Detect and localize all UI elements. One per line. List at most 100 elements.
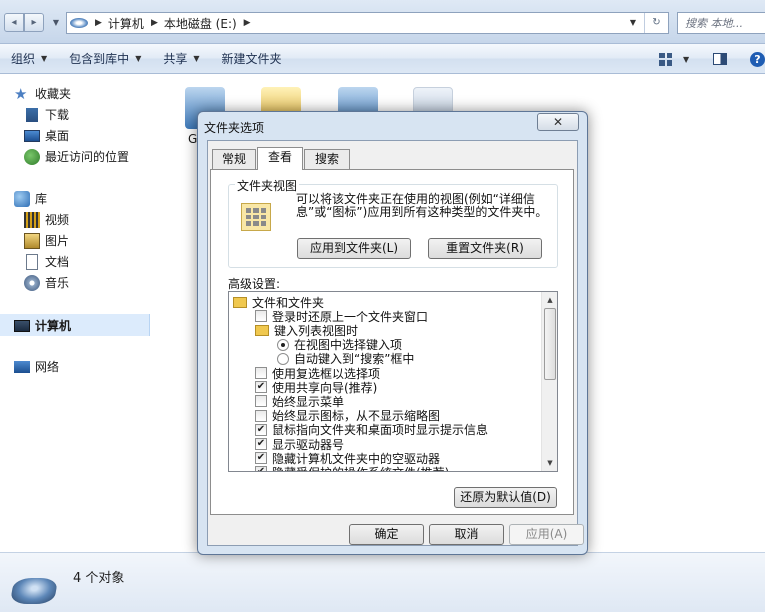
change-view-button[interactable]: ▼ — [659, 44, 689, 74]
dialog-titlebar[interactable]: 文件夹选项 ✕ — [198, 112, 587, 140]
recent-pages-button[interactable]: ▼ — [50, 13, 62, 32]
nav-music[interactable]: 音乐 — [24, 274, 69, 291]
nav-documents[interactable]: 文档 — [24, 253, 69, 270]
libraries-icon — [14, 190, 30, 207]
nav-recent-places[interactable]: 最近访问的位置 — [24, 148, 129, 165]
view-icon — [659, 52, 672, 66]
new-folder-button[interactable]: 新建文件夹 — [211, 44, 293, 74]
nav-music-label: 音乐 — [45, 276, 70, 290]
nav-network[interactable]: 网络 — [14, 358, 59, 375]
pictures-icon — [24, 232, 40, 249]
nav-computer[interactable]: 计算机 — [14, 317, 71, 334]
checkbox[interactable]: ✔ — [255, 452, 267, 465]
tab-view[interactable]: 查看 — [257, 147, 303, 170]
checkbox[interactable] — [255, 395, 267, 408]
folder-options-dialog: 文件夹选项 ✕ 常规 查看 搜索 文件夹视图 可以将该文件夹正在使用的视图(例如… — [197, 111, 588, 555]
breadcrumb-computer[interactable]: 计算机 — [108, 15, 144, 32]
folder-views-description: 可以将该文件夹正在使用的视图(例如“详细信息”或“图标”)应用到所有这种类型的文… — [296, 192, 548, 219]
tab-search[interactable]: 搜索 — [304, 149, 350, 169]
nav-desktop[interactable]: 桌面 — [24, 127, 69, 144]
chevron-down-icon: ▼ — [135, 54, 142, 63]
command-bar: 组织 ▼ 包含到库中 ▼ 共享 ▼ 新建文件夹 ▼ ? — [0, 44, 765, 74]
folder-icon — [255, 324, 269, 336]
checkbox[interactable]: ✔ — [255, 466, 267, 471]
search-input[interactable]: 搜索 本地... — [677, 12, 765, 34]
nav-downloads-label: 下载 — [45, 108, 70, 122]
breadcrumb-separator-icon[interactable]: ▶ — [151, 18, 158, 28]
scroll-up-icon[interactable]: ▲ — [543, 293, 557, 307]
nav-desktop-label: 桌面 — [45, 129, 70, 143]
tree-option-row[interactable]: ✔ 隐藏受保护的操作系统文件(推荐) — [255, 464, 449, 471]
nav-network-label: 网络 — [35, 360, 60, 374]
object-count: 4 个对象 — [73, 571, 125, 586]
tab-general[interactable]: 常规 — [212, 149, 256, 169]
address-box[interactable]: ▶ 计算机 ▶ 本地磁盘 (E:) ▶ ▼ ↻ — [66, 12, 669, 34]
checkbox[interactable] — [255, 367, 267, 379]
checkbox[interactable]: ✔ — [255, 423, 267, 436]
nav-pictures-label: 图片 — [45, 234, 70, 248]
address-bar: ◂ ▸ ▼ ▶ 计算机 ▶ 本地磁盘 (E:) ▶ ▼ ↻ 搜索 本地... — [0, 0, 765, 44]
reset-folders-button[interactable]: 重置文件夹(R) — [428, 238, 542, 259]
advanced-settings-list[interactable]: 文件和文件夹 登录时还原上一个文件夹窗口 键入列表视图时 在视图中选择键入项 自动键入到… — [228, 291, 558, 472]
file-item-label[interactable]: G — [188, 132, 197, 146]
close-button[interactable]: ✕ — [537, 113, 579, 131]
nav-videos-label: 视频 — [45, 213, 70, 227]
nav-favorites[interactable]: ★ 收藏夹 — [14, 85, 71, 102]
videos-icon — [24, 211, 40, 228]
help-button[interactable]: ? — [750, 44, 765, 74]
nav-favorites-label: 收藏夹 — [35, 87, 72, 101]
preview-pane-icon — [713, 53, 727, 65]
breadcrumb-separator-icon[interactable]: ▶ — [244, 18, 251, 28]
nav-computer-label: 计算机 — [35, 319, 72, 333]
network-icon — [14, 360, 30, 373]
nav-pictures[interactable]: 图片 — [24, 232, 69, 249]
chevron-down-icon: ▼ — [193, 54, 200, 63]
checkbox[interactable] — [255, 310, 267, 323]
forward-button[interactable]: ▸ — [24, 13, 44, 32]
folder-views-icon — [241, 203, 271, 231]
share-label: 共享 — [163, 52, 188, 66]
breadcrumb-separator-icon[interactable]: ▶ — [95, 18, 102, 28]
dialog-title: 文件夹选项 — [204, 121, 265, 135]
radio-button[interactable] — [277, 338, 289, 351]
chevron-down-icon: ▼ — [41, 54, 48, 63]
details-pane: 4 个对象 — [0, 552, 765, 612]
view-tab-panel: 文件夹视图 可以将该文件夹正在使用的视图(例如“详细信息”或“图标”)应用到所有… — [210, 169, 574, 515]
refresh-button[interactable]: ↻ — [644, 13, 668, 33]
checkbox[interactable]: ✔ — [255, 381, 267, 394]
nav-documents-label: 文档 — [45, 255, 70, 269]
forward-arrow-icon: ▸ — [31, 17, 37, 28]
tree-row-label: 隐藏受保护的操作系统文件(推荐) — [272, 464, 449, 471]
drive-icon — [70, 18, 88, 28]
new-folder-label: 新建文件夹 — [221, 52, 282, 66]
vertical-scrollbar[interactable]: ▲ ▼ — [541, 292, 557, 471]
address-history-dropdown[interactable]: ▼ — [626, 13, 640, 33]
folder-views-group: 文件夹视图 可以将该文件夹正在使用的视图(例如“详细信息”或“图标”)应用到所有… — [228, 177, 558, 268]
restore-defaults-button[interactable]: 还原为默认值(D) — [454, 487, 557, 508]
share-menu[interactable]: 共享 ▼ — [152, 44, 210, 74]
scrollbar-thumb[interactable] — [544, 308, 556, 380]
computer-icon — [14, 319, 30, 332]
navigation-pane: ★ 收藏夹 下载 桌面 最近访问的位置 库 视频 图片 文档 音乐 计算机 网络 — [0, 75, 152, 552]
refresh-icon: ↻ — [652, 17, 661, 28]
folder-icon — [233, 296, 247, 308]
nav-downloads[interactable]: 下载 — [24, 106, 69, 123]
radio-button[interactable] — [277, 352, 289, 365]
nav-libraries[interactable]: 库 — [14, 190, 47, 207]
ok-button[interactable]: 确定 — [349, 524, 424, 545]
checkbox[interactable]: ✔ — [255, 438, 267, 450]
back-arrow-icon: ◂ — [11, 17, 17, 28]
dialog-body: 常规 查看 搜索 文件夹视图 可以将该文件夹正在使用的视图(例如“详细信息”或“… — [207, 140, 584, 546]
apply-button[interactable]: 应用(A) — [509, 524, 584, 545]
nav-videos[interactable]: 视频 — [24, 211, 69, 228]
apply-to-folders-button[interactable]: 应用到文件夹(L) — [297, 238, 411, 259]
organize-menu[interactable]: 组织 ▼ — [0, 44, 58, 74]
chevron-down-icon: ▼ — [683, 54, 690, 64]
breadcrumb-drive-e[interactable]: 本地磁盘 (E:) — [164, 15, 237, 32]
cancel-button[interactable]: 取消 — [429, 524, 504, 545]
preview-pane-button[interactable] — [713, 44, 727, 74]
back-button[interactable]: ◂ — [4, 13, 24, 32]
scroll-down-icon[interactable]: ▼ — [543, 456, 557, 470]
include-in-library-menu[interactable]: 包含到库中 ▼ — [58, 44, 152, 74]
checkbox[interactable] — [255, 409, 267, 422]
